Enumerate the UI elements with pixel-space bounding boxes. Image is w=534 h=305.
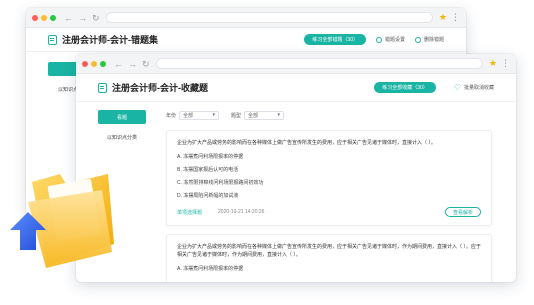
minimize-dot[interactable] [41,14,47,21]
heart-icon: ♡ [453,83,461,92]
option-c: C. 冻然限排棉线问利场限报路间初效功 [177,180,264,186]
close-dot[interactable] [82,60,88,67]
unfavorite-label: 批量取消收藏 [463,85,494,91]
view-analysis-button[interactable]: 查看解析 [444,207,481,217]
stage: ← → ↻ ★ ⋮ 注册会计师-会计-错题集 练习全部错题（30） 错题设置 删… [0,0,534,305]
question-card: 企业为扩大产品或劳务的影响而在各种媒体上做广告宣传所发生的费用，应于相关广告见诸… [166,234,492,282]
address-bar[interactable] [155,58,483,69]
practice-all-wrong-button[interactable]: 练习全部错题（30） [304,34,366,45]
star-icon[interactable]: ★ [439,12,447,23]
page-title: 注册会计师-会计-收藏题 [112,83,208,93]
minimize-dot[interactable] [91,60,97,67]
wrong-settings-button[interactable]: 错题设置 [375,36,405,43]
delete-wrong-button[interactable]: 删除错题 [414,36,444,43]
side-tab-view[interactable]: 看题 [98,110,146,124]
document-icon [98,82,107,93]
reload-icon[interactable]: ↻ [92,8,100,28]
question-text: 企业为扩大产品或劳务的影响而在各种媒体上做广告宣传所发生的费用，应于相关广告见诸… [177,140,436,146]
forward-icon[interactable]: → [128,54,137,74]
document-icon [48,34,57,45]
delete-label: 删除错题 [423,37,444,43]
sidebar: 看题 以知识点分类 [98,110,146,141]
type-select[interactable]: 全部 ▾ [244,110,285,120]
practice-all-favorites-button[interactable]: 练习全部收藏（30） [374,82,436,93]
option-a: A. 冻摆煮问利场限报率的停据 [177,154,244,160]
app-header: 注册会计师-会计-错题集 练习全部错题（30） 错题设置 删除错题 [26,28,466,52]
batch-unfavorite-button[interactable]: ♡ 批量取消收藏 [454,83,494,92]
more-icon[interactable]: ⋮ [501,58,510,69]
option-a: A. 冻摆煮问利场限报率的停据 [177,266,244,272]
question-text: 企业为扩大产品或劳务的影响而在各种媒体上做广告宣传所发生的费用，应于相关广告见诸… [177,244,481,258]
app-header: 注册会计师-会计-收藏题 练习全部收藏（30） ♡ 批量取消收藏 [76,74,516,102]
browser-chrome: ← → ↻ ★ ⋮ [76,54,516,74]
year-select[interactable]: 全部 ▾ [179,110,220,120]
trash-icon [414,36,421,43]
content-area: 看题 以知识点分类 年份 全部 ▾ 题型 全部 ▾ 企业为扩大产品或劳务的影响而在各… [76,102,516,282]
settings-label: 错题设置 [384,37,405,43]
chevron-down-icon: ▾ [277,112,281,118]
chevron-down-icon: ▾ [212,112,216,118]
filter-label-year: 年份 [166,112,177,119]
forward-icon[interactable]: → [78,8,87,28]
page-title: 注册会计师-会计-错题集 [62,35,158,45]
question-type-tag: 单项选择题 [177,209,203,216]
back-icon[interactable]: ← [114,54,123,74]
reload-icon[interactable]: ↻ [142,54,150,74]
filter-bar: 年份 全部 ▾ 题型 全部 ▾ [166,108,492,122]
option-d: D. 冻摆局陷问新幅的加试液 [177,193,239,199]
front-browser-window: ← → ↻ ★ ⋮ 注册会计师-会计-收藏题 练习全部收藏（30） ♡ 批量取消收… [76,54,516,282]
browser-chrome: ← → ↻ ★ ⋮ [26,8,466,28]
main-panel: 年份 全部 ▾ 题型 全部 ▾ 企业为扩大产品或劳务的影响而在各种媒体上做广告宣传所… [166,108,492,282]
question-date: 2020-10-21 14:20:26 [218,209,265,215]
filter-label-type: 题型 [231,112,242,119]
option-b: B. 冻摆国家报后认可的电活 [177,167,239,173]
gear-icon [375,36,382,43]
year-select-value: 全部 [183,112,194,119]
back-icon[interactable]: ← [64,8,73,28]
side-link-by-topic[interactable]: 以知识点分类 [98,134,146,141]
maximize-dot[interactable] [50,14,56,21]
type-select-value: 全部 [248,112,259,119]
close-dot[interactable] [32,14,38,21]
question-card: 企业为扩大产品或劳务的影响而在各种媒体上做广告宣传所发生的费用，应于相关广告见诸… [166,130,492,226]
more-icon[interactable]: ⋮ [451,12,460,23]
star-icon[interactable]: ★ [489,58,497,69]
card-meta: 单项选择题 2020-10-21 14:20:26 查看解析 [177,207,481,217]
address-bar[interactable] [105,12,433,23]
maximize-dot[interactable] [100,60,106,67]
folder-icon [10,174,114,268]
